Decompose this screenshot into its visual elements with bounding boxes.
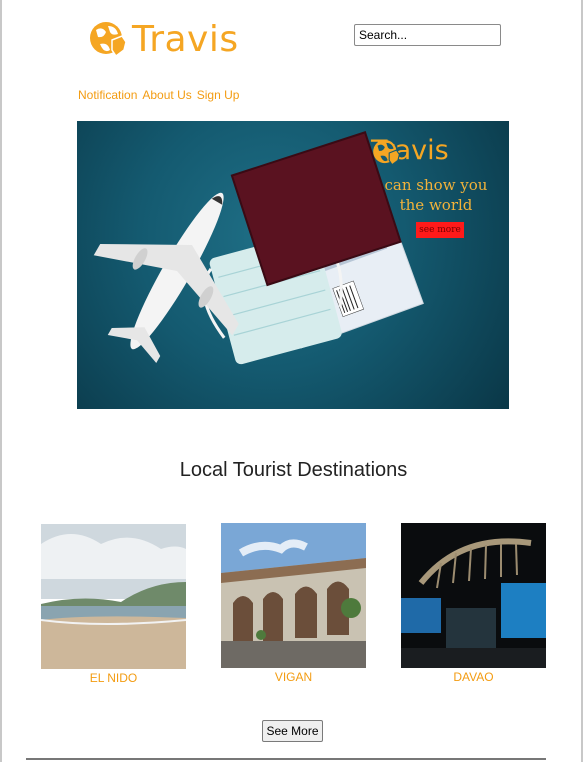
globe-hand-icon	[373, 139, 400, 166]
hero-tagline: can show you the world	[384, 176, 488, 214]
see-more-button[interactable]: See More	[262, 720, 323, 742]
hero-see-more-button[interactable]: see more	[416, 222, 464, 238]
destination-caption-el-nido[interactable]: EL NIDO	[41, 671, 186, 685]
destination-card-davao[interactable]: DAVAO	[401, 523, 546, 684]
destination-card-el-nido[interactable]: EL NIDO	[41, 524, 186, 685]
beach-photo	[41, 524, 186, 669]
destination-caption-davao[interactable]: DAVAO	[401, 670, 546, 684]
search-input[interactable]	[354, 24, 501, 46]
travis-logo[interactable]: Travis	[88, 16, 239, 64]
top-nav: Notification About Us Sign Up	[78, 88, 239, 102]
heritage-street-photo	[221, 523, 366, 668]
hero-travis-logo: Travis	[371, 137, 449, 166]
destination-card-vigan[interactable]: VIGAN	[221, 523, 366, 684]
section-title: Local Tourist Destinations	[179, 459, 408, 481]
destination-caption-vigan[interactable]: VIGAN	[221, 670, 366, 684]
hero-banner: Travis can show you the world see more	[77, 121, 509, 409]
museum-skeleton-photo	[401, 523, 546, 668]
nav-link-notification[interactable]: Notification	[78, 88, 137, 102]
footer-fine-print	[26, 757, 566, 762]
brand-name: Travis	[132, 19, 239, 60]
page: Travis Notification About Us Sign Up	[0, 0, 583, 762]
footer-text-line	[26, 758, 546, 760]
globe-hand-icon	[90, 22, 127, 58]
nav-link-about-us[interactable]: About Us	[142, 88, 191, 102]
nav-link-sign-up[interactable]: Sign Up	[197, 88, 240, 102]
